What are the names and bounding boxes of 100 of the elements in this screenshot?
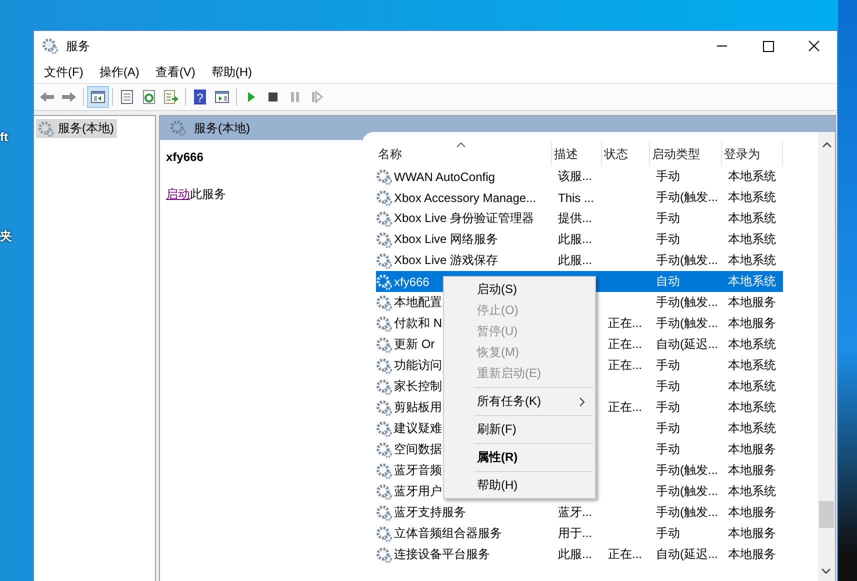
gear-icon <box>376 294 392 310</box>
startup-type-cell-text: 手动 <box>655 420 681 437</box>
startup-type-cell-text: 手动 <box>655 399 681 416</box>
gear-icon <box>376 232 392 248</box>
logon-cell-text: 本地服务 <box>727 546 777 563</box>
gear-icon <box>376 504 392 520</box>
gear-icon <box>376 252 392 268</box>
name-cell[interactable]: 本地配置 <box>376 292 442 313</box>
gear-icon <box>376 274 392 290</box>
name-cell[interactable]: 空间数据 <box>376 439 442 460</box>
document-icon <box>119 89 135 105</box>
name-cell[interactable]: 功能访问 <box>376 355 442 376</box>
name-cell[interactable]: WWAN AutoConfig <box>376 166 495 187</box>
startup-type-cell-text: 手动 <box>655 357 681 374</box>
column-header[interactable]: 状态 <box>602 142 650 166</box>
menu-item[interactable]: 操作(A) <box>91 64 148 80</box>
window-panel-icon <box>90 89 106 105</box>
name-cell[interactable]: 蓝牙用户 <box>376 481 442 502</box>
startup-type-cell-text: 手动(触发... <box>655 483 719 500</box>
logon-cell-text: 本地服务 <box>727 294 777 311</box>
column-header[interactable]: 启动类型 <box>650 142 722 166</box>
gear-icon <box>376 316 392 332</box>
gear-icon <box>376 526 392 542</box>
name-cell[interactable]: 建议疑难 <box>376 418 442 439</box>
column-header[interactable]: 名称 <box>376 142 552 166</box>
startup-type-cell-text: 手动 <box>655 210 681 227</box>
logon-cell-text: 本地系统 <box>727 231 777 248</box>
menu-item[interactable]: 帮助(H) <box>444 475 595 496</box>
menu-item[interactable]: 刷新(F) <box>444 419 595 440</box>
name-cell[interactable]: 连接设备平台服务 <box>376 544 490 565</box>
status-cell: 正在... <box>608 336 642 353</box>
export-icon <box>163 89 179 105</box>
logon-cell-text: 本地系统 <box>727 483 777 500</box>
menu-item[interactable]: 查看(V) <box>147 64 204 80</box>
startup-type-cell-text: 手动 <box>655 378 681 395</box>
startup-type-cell-text: 手动 <box>655 441 681 458</box>
status-cell: 正在... <box>608 399 642 416</box>
description-cell: 此服... <box>558 231 592 248</box>
startup-type-cell-text: 手动 <box>655 231 681 248</box>
logon-cell-text: 本地服务 <box>727 504 777 521</box>
logon-cell-text: 本地服务 <box>727 441 777 458</box>
startup-type-cell-text: 手动(触发... <box>655 294 719 311</box>
menu-item[interactable]: 启动(S) <box>444 279 595 300</box>
pane-title: 服务(本地) <box>194 120 250 136</box>
name-cell[interactable]: 剪贴板用 <box>376 397 442 418</box>
logon-cell-text: 本地系统 <box>727 210 777 227</box>
startup-type-cell-text: 手动(触发... <box>655 462 719 479</box>
gear-icon <box>376 358 392 374</box>
gear-icon <box>376 442 392 458</box>
action-text: 启动此服务 <box>166 186 227 203</box>
menu-item[interactable]: 所有任务(K) <box>444 391 595 412</box>
logon-cell-text: 本地服务 <box>727 315 777 332</box>
logon-cell-text: 本地服务 <box>727 462 777 479</box>
scrollbar[interactable] <box>818 132 835 581</box>
name-cell[interactable]: Xbox Live 游戏保存 <box>376 250 498 271</box>
description-cell: 此服... <box>558 252 592 269</box>
menu-item[interactable]: 属性(R) <box>444 447 595 468</box>
gear-icon <box>376 378 392 394</box>
name-cell[interactable]: 蓝牙音频 <box>376 460 442 481</box>
name-cell[interactable]: Xbox Live 网络服务 <box>376 229 498 250</box>
status-cell: 正在... <box>608 315 642 332</box>
menu-item[interactable]: 帮助(H) <box>203 64 260 80</box>
logon-cell-text: 本地系统 <box>727 357 777 374</box>
desktop-icon-label: ft <box>0 130 8 144</box>
logon-cell-text: 本地系统 <box>727 336 777 353</box>
startup-type-cell-text: 手动(触发... <box>655 315 719 332</box>
startup-type-cell-text: 手动(触发... <box>655 189 719 206</box>
scroll-down-icon[interactable] <box>821 568 831 574</box>
scroll-up-icon[interactable] <box>822 142 832 148</box>
column-header[interactable]: 登录为 <box>722 142 783 166</box>
window-panel-icon <box>214 89 230 105</box>
column-header[interactable]: 描述 <box>552 142 602 166</box>
refresh-icon <box>141 89 157 105</box>
gear-icon <box>170 120 186 136</box>
gear-icon <box>376 336 392 352</box>
status-cell: 正在... <box>608 546 642 563</box>
startup-type-cell-text: 自动(延迟... <box>655 546 719 563</box>
gear-icon <box>376 210 392 226</box>
name-cell[interactable]: Xbox Accessory Manage... <box>376 187 536 208</box>
gear-icon <box>376 462 392 478</box>
description-cell: This ... <box>558 190 594 204</box>
name-cell[interactable]: 家长控制 <box>376 376 442 397</box>
menu-item[interactable]: 文件(F) <box>36 64 92 80</box>
name-cell[interactable]: 付款和 N <box>376 313 442 334</box>
tree-item[interactable]: 服务(本地) <box>36 119 117 138</box>
restart-icon <box>309 89 325 105</box>
logon-cell: 本地系统 <box>722 271 783 292</box>
window-title: 服务 <box>66 38 90 54</box>
startup-type-cell-text: 手动(触发... <box>655 504 719 521</box>
logon-cell-text: 本地系统 <box>727 252 777 269</box>
name-cell[interactable]: 蓝牙支持服务 <box>376 502 466 523</box>
desktop-icon-label: 夹 <box>0 228 12 245</box>
name-cell[interactable]: 立体音频组合器服务 <box>376 523 502 544</box>
name-cell[interactable]: 更新 Or <box>376 334 435 355</box>
start-link[interactable]: 启动 <box>166 187 190 201</box>
logon-cell-text: 本地服务 <box>727 525 777 542</box>
tree-button[interactable] <box>87 86 109 108</box>
name-cell[interactable]: Xbox Live 身份验证管理器 <box>376 208 534 229</box>
description-cell: 提供... <box>558 210 592 227</box>
scroll-thumb[interactable] <box>819 501 834 528</box>
